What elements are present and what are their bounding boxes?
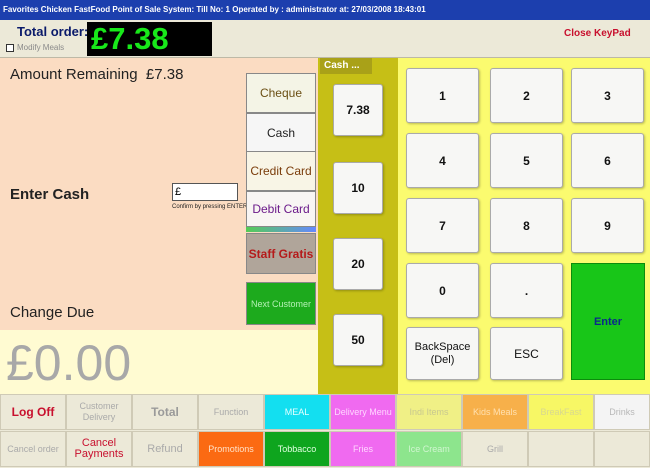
ice-cream-button[interactable]: Ice Cream	[396, 431, 462, 467]
delivery-menu-button[interactable]: Delivery Menu	[330, 394, 396, 430]
key-9[interactable]: 9	[571, 198, 644, 253]
close-keypad-button[interactable]: Close KeyPad	[564, 28, 631, 39]
empty-button[interactable]	[528, 431, 594, 467]
esc-key[interactable]: ESC	[490, 327, 563, 380]
cash-amount-button[interactable]: 50	[333, 314, 383, 366]
amount-remaining: Amount Remaining £7.38	[10, 66, 183, 83]
grill-button[interactable]: Grill	[462, 431, 528, 467]
modify-meals-checkbox[interactable]: Modify Meals	[6, 43, 64, 52]
function-bar: Log Off Customer Delivery Total Function…	[0, 394, 650, 468]
cash-amount-button[interactable]: 10	[333, 162, 383, 214]
total-order-amount: £7.38	[87, 22, 212, 56]
key-decimal[interactable]: .	[490, 263, 563, 318]
key-0[interactable]: 0	[406, 263, 479, 318]
log-off-button[interactable]: Log Off	[0, 394, 66, 430]
key-3[interactable]: 3	[571, 68, 644, 123]
color-divider	[246, 227, 316, 232]
modify-meals-label: Modify Meals	[17, 43, 65, 52]
confirm-hint: Confirm by pressing ENTER	[172, 204, 248, 210]
key-1[interactable]: 1	[406, 68, 479, 123]
backspace-key[interactable]: BackSpace (Del)	[406, 327, 479, 380]
order-header: Total order: Modify Meals £7.38 Close Ke…	[0, 20, 650, 58]
next-customer-button[interactable]: Next Customer	[246, 282, 316, 325]
key-4[interactable]: 4	[406, 133, 479, 188]
cancel-order-button[interactable]: Cancel order	[0, 431, 66, 467]
amount-remaining-label: Amount Remaining	[10, 66, 138, 83]
change-due-display: £0.00	[0, 330, 318, 394]
cash-amount-button[interactable]: 20	[333, 238, 383, 290]
tobbacco-button[interactable]: Tobbacco	[264, 431, 330, 467]
key-5[interactable]: 5	[490, 133, 563, 188]
cash-column-header: Cash ...	[320, 58, 372, 74]
cash-amount-button[interactable]: 7.38	[333, 84, 383, 136]
cash-input[interactable]: £	[172, 183, 238, 201]
staff-gratis-button[interactable]: Staff Gratis	[246, 233, 316, 274]
key-6[interactable]: 6	[571, 133, 644, 188]
enter-key[interactable]: Enter	[571, 263, 645, 380]
drinks-button[interactable]: Drinks	[594, 394, 650, 430]
credit-card-button[interactable]: Credit Card	[246, 151, 316, 191]
enter-cash-label: Enter Cash	[10, 186, 90, 203]
kids-meals-button[interactable]: Kids Meals	[462, 394, 528, 430]
cheque-button[interactable]: Cheque	[246, 73, 316, 113]
amount-remaining-value: £7.38	[145, 66, 184, 83]
total-button[interactable]: Total	[132, 394, 198, 430]
indi-items-button[interactable]: Indi Items	[396, 394, 462, 430]
meal-button[interactable]: MEAL	[264, 394, 330, 430]
customer-delivery-button[interactable]: Customer Delivery	[66, 394, 132, 430]
promotions-button[interactable]: Promotions	[198, 431, 264, 467]
cancel-payments-button[interactable]: Cancel Payments	[66, 431, 132, 467]
change-due-label: Change Due	[10, 304, 95, 321]
checkbox-icon[interactable]	[6, 43, 14, 52]
total-order-label: Total order:	[17, 24, 89, 39]
cash-button[interactable]: Cash	[246, 113, 316, 153]
empty-button[interactable]	[594, 431, 650, 467]
key-2[interactable]: 2	[490, 68, 563, 123]
debit-card-button[interactable]: Debit Card	[246, 191, 316, 227]
window-title-bar: Favorites Chicken FastFood Point of Sale…	[0, 0, 650, 20]
refund-button[interactable]: Refund	[132, 431, 198, 467]
key-8[interactable]: 8	[490, 198, 563, 253]
fries-button[interactable]: Fries	[330, 431, 396, 467]
function-button[interactable]: Function	[198, 394, 264, 430]
key-7[interactable]: 7	[406, 198, 479, 253]
breakfast-button[interactable]: BreakFast	[528, 394, 594, 430]
